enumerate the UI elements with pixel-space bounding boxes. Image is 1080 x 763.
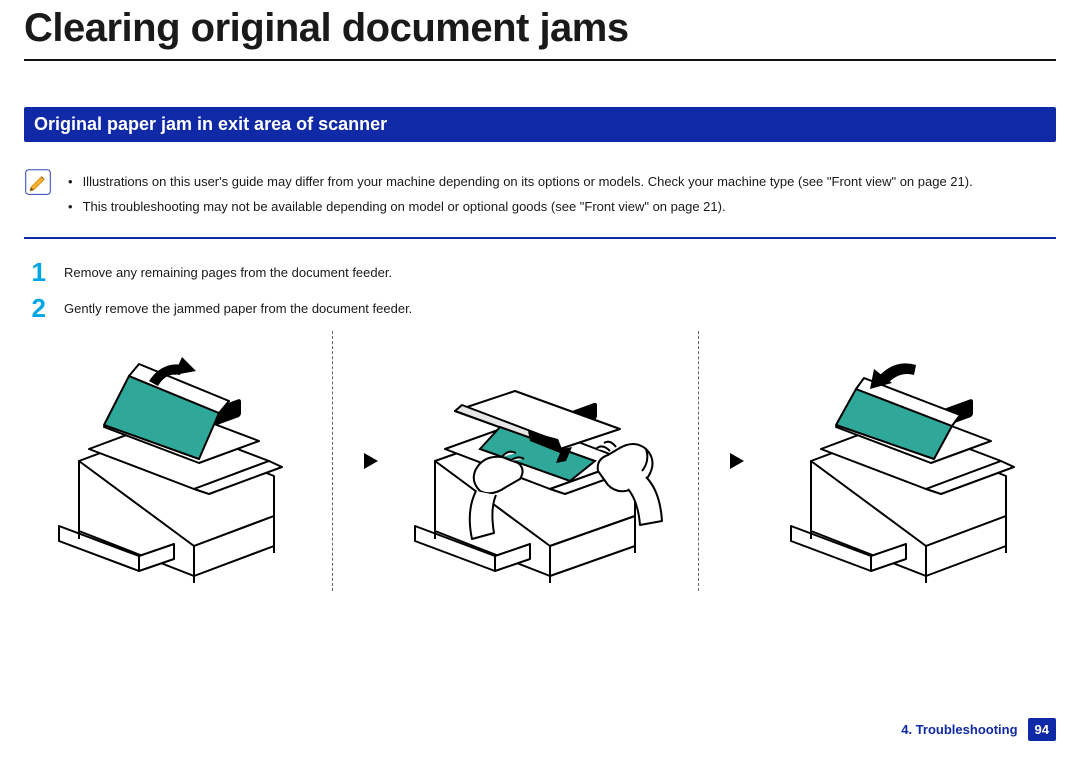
steps: 1 Remove any remaining pages from the do…	[24, 259, 1056, 321]
step-number: 2	[24, 295, 46, 321]
page-number: 94	[1028, 718, 1056, 741]
page-title: Clearing original document jams	[24, 6, 1056, 51]
arrow-right-icon	[360, 450, 382, 472]
note-pencil-icon	[24, 168, 52, 196]
illustration-row	[24, 331, 1056, 591]
footer: 4. Troubleshooting 94	[901, 718, 1056, 741]
section-heading: Original paper jam in exit area of scann…	[24, 107, 1056, 142]
note-list: Illustrations on this user's guide may d…	[68, 170, 973, 219]
note-box: Illustrations on this user's guide may d…	[24, 170, 1056, 239]
step-row: 2 Gently remove the jammed paper from th…	[24, 295, 1056, 321]
title-bar: Clearing original document jams	[24, 0, 1056, 61]
divider	[698, 331, 699, 591]
arrow-right-icon	[726, 450, 748, 472]
illustration-lift-cover	[44, 331, 304, 591]
step-text: Remove any remaining pages from the docu…	[64, 259, 392, 285]
step-text: Gently remove the jammed paper from the …	[64, 295, 412, 321]
chapter-label: 4. Troubleshooting	[901, 722, 1017, 737]
illustration-close-cover	[776, 331, 1036, 591]
note-item: This troubleshooting may not be availabl…	[68, 195, 973, 220]
step-number: 1	[24, 259, 46, 285]
divider	[332, 331, 333, 591]
illustration-remove-paper	[410, 331, 670, 591]
note-item: Illustrations on this user's guide may d…	[68, 170, 973, 195]
step-row: 1 Remove any remaining pages from the do…	[24, 259, 1056, 285]
